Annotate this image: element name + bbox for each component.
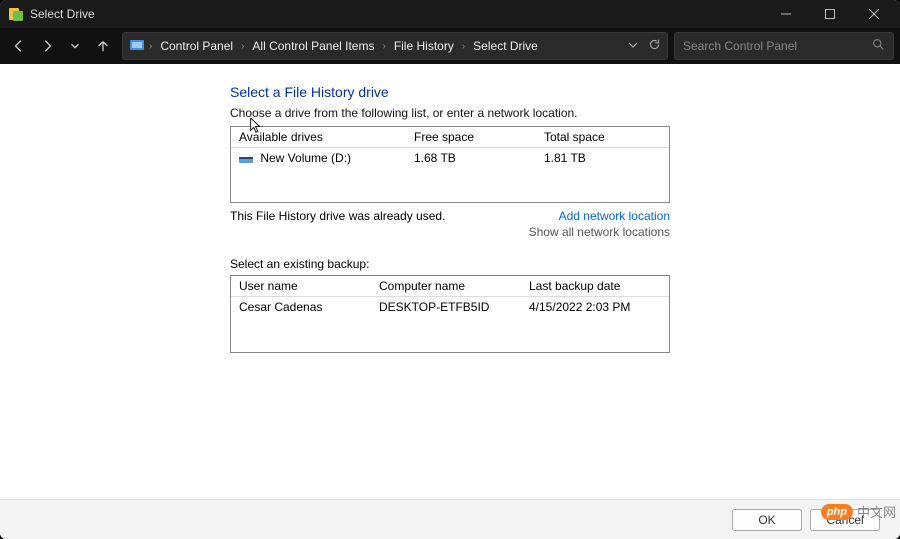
table-header: User name Computer name Last backup date [231,276,669,297]
drives-table: Available drives Free space Total space … [230,126,670,203]
chevron-right-icon: › [147,41,154,52]
column-header-total[interactable]: Total space [536,127,669,147]
minimize-button[interactable] [764,0,808,28]
search-input[interactable] [683,39,872,53]
backup-date: 4/15/2022 2:03 PM [521,297,669,317]
watermark: php 中文网 [821,502,896,521]
recent-dropdown[interactable] [62,33,88,59]
column-header-free[interactable]: Free space [406,127,536,147]
content-area: Select a File History drive Choose a dri… [0,64,900,499]
title-bar: Select Drive [0,0,900,28]
window-title: Select Drive [30,7,95,21]
close-button[interactable] [852,0,896,28]
table-header: Available drives Free space Total space [231,127,669,148]
refresh-icon[interactable] [648,38,661,54]
app-icon [8,6,24,22]
breadcrumb-item[interactable]: File History [390,37,458,55]
backup-label: Select an existing backup: [230,257,900,271]
page-title: Select a File History drive [230,84,900,100]
chevron-right-icon: › [460,41,467,52]
backup-row[interactable]: Cesar Cadenas DESKTOP-ETFB5ID 4/15/2022 … [231,297,669,317]
status-text: This File History drive was already used… [230,209,445,223]
chevron-right-icon: › [239,41,246,52]
footer: OK Cancel php 中文网 [0,499,900,539]
column-header-date[interactable]: Last backup date [521,276,669,296]
up-button[interactable] [90,33,116,59]
address-bar[interactable]: › Control Panel › All Control Panel Item… [122,32,668,60]
backup-computer: DESKTOP-ETFB5ID [371,297,521,317]
search-icon[interactable] [872,38,885,54]
backups-table: User name Computer name Last backup date… [230,275,670,353]
show-all-link[interactable]: Show all network locations [230,225,670,239]
drive-name: New Volume (D:) [260,151,351,165]
chevron-right-icon: › [380,41,387,52]
drive-row[interactable]: New Volume (D:) 1.68 TB 1.81 TB [231,148,669,168]
backup-user: Cesar Cadenas [231,297,371,317]
add-network-link[interactable]: Add network location [559,209,670,223]
nav-bar: › Control Panel › All Control Panel Item… [0,28,900,64]
column-header-computer[interactable]: Computer name [371,276,521,296]
cursor-icon [250,118,262,134]
drive-total: 1.81 TB [536,148,669,168]
search-box[interactable] [674,32,894,60]
instruction-text: Choose a drive from the following list, … [230,106,578,120]
control-panel-icon [129,38,145,54]
breadcrumb-item[interactable]: All Control Panel Items [248,37,378,55]
ok-button[interactable]: OK [732,509,802,531]
breadcrumb-item[interactable]: Control Panel [156,37,237,55]
watermark-text: 中文网 [857,502,896,521]
forward-button[interactable] [34,33,60,59]
back-button[interactable] [6,33,32,59]
maximize-button[interactable] [808,0,852,28]
chevron-down-icon[interactable] [628,39,638,53]
drive-icon [239,154,253,164]
drive-free: 1.68 TB [406,148,536,168]
watermark-badge: php [821,504,853,520]
column-header-user[interactable]: User name [231,276,371,296]
breadcrumb-item[interactable]: Select Drive [469,37,542,55]
